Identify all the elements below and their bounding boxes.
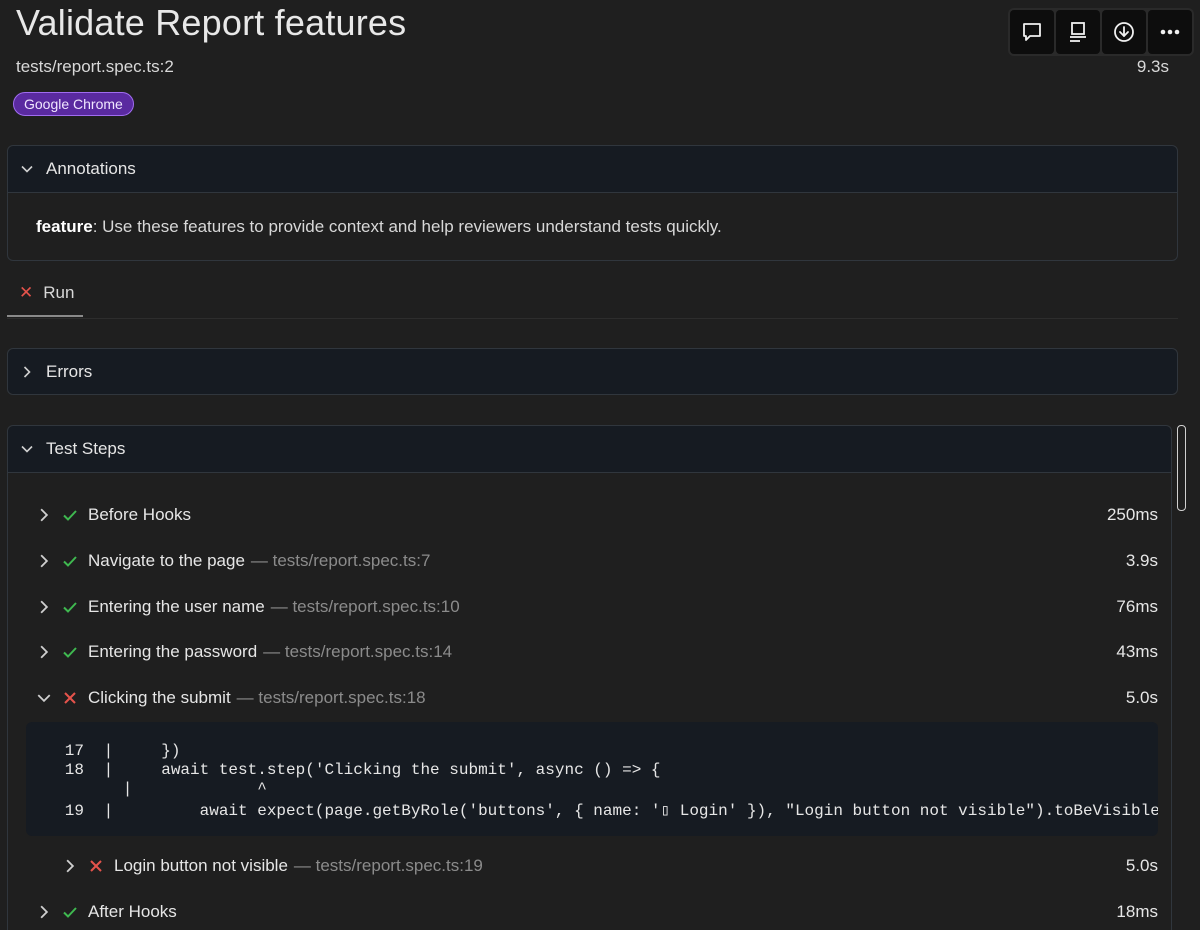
step-label: Entering the password — [88, 642, 258, 661]
step-label: Clicking the submit — [88, 688, 231, 707]
step-label: After Hooks — [88, 902, 177, 921]
fail-icon — [64, 692, 76, 704]
chevron-right-icon — [40, 905, 49, 919]
fail-icon: ✕ — [19, 282, 34, 302]
tab-run-label: Run — [43, 282, 75, 302]
more-button[interactable] — [1148, 10, 1192, 54]
step-row[interactable]: Entering the user name — tests/report.sp… — [36, 592, 1158, 622]
check-icon — [63, 602, 77, 613]
errors-panel: Errors — [7, 348, 1178, 395]
code-line: 19 | await expect(page.getByRole('button… — [64, 802, 1158, 820]
check-icon — [63, 907, 77, 918]
toolbar — [1008, 8, 1194, 56]
test-report-page: Validate Report features tests/report.sp… — [0, 0, 1200, 930]
step-duration: 3.9s — [1125, 551, 1158, 570]
browser-badge[interactable]: Google Chrome — [13, 92, 134, 116]
comment-button[interactable] — [1010, 10, 1054, 54]
annotation-entry: feature: Use these features to provide c… — [8, 193, 1177, 261]
run-tabs: ✕ Run — [7, 270, 1178, 319]
annotation-key: feature — [36, 217, 93, 236]
annotations-panel: Annotations feature: Use these features … — [7, 145, 1178, 261]
report-icon — [1070, 22, 1086, 42]
step-location[interactable]: — tests/report.spec.ts:19 — [294, 856, 483, 876]
step-duration: 18ms — [1116, 902, 1158, 921]
step-duration: 43ms — [1116, 642, 1158, 661]
chevron-right-icon — [40, 645, 49, 659]
chevron-down-icon — [21, 165, 33, 173]
fail-icon — [90, 860, 102, 872]
check-icon — [63, 556, 77, 567]
errors-title: Errors — [46, 361, 93, 381]
code-line: 17 | }) — [64, 742, 181, 760]
report-button[interactable] — [1056, 10, 1100, 54]
step-location[interactable]: — tests/report.spec.ts:7 — [251, 551, 431, 571]
check-icon — [63, 510, 77, 521]
chevron-right-icon — [66, 859, 75, 873]
step-duration: 76ms — [1116, 597, 1158, 616]
chevron-down-icon — [21, 445, 33, 453]
step-row[interactable]: Before Hooks 250ms — [36, 500, 1158, 530]
step-location[interactable]: — tests/report.spec.ts:14 — [263, 642, 452, 662]
check-icon — [63, 647, 77, 658]
step-row[interactable]: Navigate to the page — tests/report.spec… — [36, 546, 1158, 576]
annotation-text: : Use these features to provide context … — [92, 217, 722, 236]
errors-header[interactable]: Errors — [8, 349, 1177, 394]
tab-run[interactable]: ✕ Run — [7, 270, 83, 317]
step-row[interactable]: Entering the password — tests/report.spe… — [36, 637, 1158, 667]
test-steps-panel: Test Steps Before Hooks 250ms Navigate t… — [7, 425, 1172, 930]
comment-icon — [1023, 23, 1041, 41]
chevron-right-icon — [40, 600, 49, 614]
test-duration: 9.3s — [1136, 57, 1169, 76]
page-title: Validate Report features — [16, 2, 407, 43]
step-label: Navigate to the page — [88, 551, 245, 570]
step-location[interactable]: — tests/report.spec.ts:10 — [271, 597, 460, 617]
download-icon — [1114, 22, 1134, 42]
step-row[interactable]: After Hooks 18ms — [36, 897, 1158, 927]
test-file-location: tests/report.spec.ts:2 — [16, 57, 174, 76]
step-label: Login button not visible — [114, 856, 288, 875]
chevron-right-icon — [40, 554, 49, 568]
step-duration: 5.0s — [1125, 856, 1158, 875]
step-label: Before Hooks — [88, 505, 191, 524]
test-steps-header[interactable]: Test Steps — [8, 426, 1171, 473]
annotations-header[interactable]: Annotations — [8, 146, 1177, 193]
step-duration: 5.0s — [1125, 688, 1158, 707]
step-duration: 250ms — [1106, 505, 1158, 524]
more-icon — [1160, 29, 1180, 35]
annotations-title: Annotations — [46, 159, 136, 178]
step-row[interactable]: Clicking the submit — tests/report.spec.… — [36, 683, 1158, 713]
scrollbar-thumb[interactable] — [1177, 425, 1186, 511]
step-label: Entering the user name — [88, 597, 265, 616]
download-button[interactable] — [1102, 10, 1146, 54]
chevron-right-icon — [23, 365, 31, 378]
chevron-down-icon — [37, 694, 51, 703]
code-snippet: 17 | }) 18 | await test.step('Clicking t… — [26, 722, 1158, 836]
code-line: | ^ — [94, 780, 267, 798]
step-row[interactable]: Login button not visible — tests/report.… — [62, 851, 1158, 881]
code-line: 18 | await test.step('Clicking the submi… — [64, 761, 661, 779]
chevron-right-icon — [40, 508, 49, 522]
test-steps-title: Test Steps — [46, 439, 126, 458]
step-location[interactable]: — tests/report.spec.ts:18 — [237, 688, 426, 708]
